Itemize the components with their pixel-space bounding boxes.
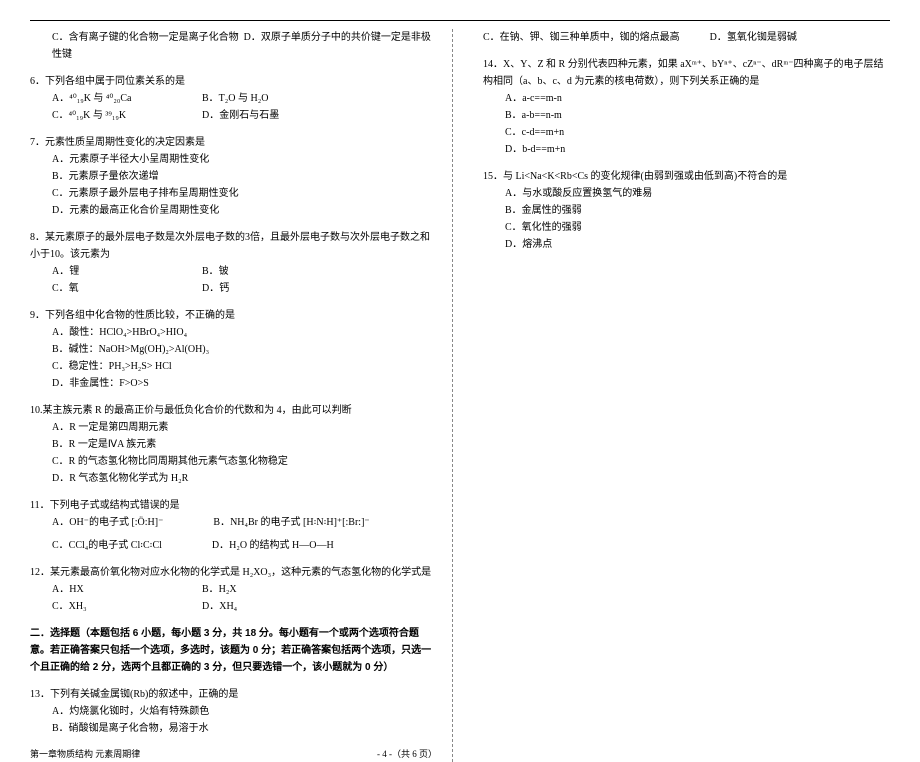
q10c: C．R 的气态氢化物比同周期其他元素气态氢化物稳定 [52, 453, 288, 470]
q14d: D．b-d==m+n [505, 141, 685, 158]
q9a: A．酸性：HClO₄>HBrO₄>HIO₄ [52, 324, 232, 341]
q8b: B．铍 [202, 263, 322, 280]
q13: 13．下列有关碱金属铷(Rb)的叙述中，正确的是 [30, 686, 437, 703]
q13b: B．硝酸铷是离子化合物，易溶于水 [52, 720, 232, 737]
q12a: A．HX [52, 581, 172, 598]
top-c: C．含有离子键的化合物一定是离子化合物 [52, 32, 239, 43]
q13d: D．氢氧化铷是弱碱 [710, 29, 890, 46]
q14a: A．a-c==m-n [505, 90, 685, 107]
q6b: B．T₂O 与 H₂O [202, 90, 322, 107]
q7a: A．元素原子半径大小呈周期性变化 [52, 151, 232, 168]
q11c: C．CCl₄的电子式 Cl꞉C꞉Cl [52, 537, 162, 554]
q15a: A．与水或酸反应置换氢气的难易 [505, 185, 685, 202]
q10b: B．R 一定是ⅣA 族元素 [52, 436, 232, 453]
q15b: B．金属性的强弱 [505, 202, 685, 219]
q6c: C．⁴⁰₁₉K 与 ³⁹₁₉K [52, 107, 172, 124]
q15: 15．与 Li<Na<K<Rb<Cs 的变化规律(由弱到强或由低到高)不符合的是 [483, 168, 890, 185]
q15c: C．氧化性的强弱 [505, 219, 685, 236]
q14c: C．c-d==m+n [505, 124, 685, 141]
q6a: A．⁴⁰₁₉K 与 ⁴⁰₂₀Ca [52, 90, 172, 107]
q11b: B．NH₄Br 的电子式 [H꞉N꞉H]⁺[:Br:]⁻ [213, 514, 369, 531]
q10: 10.某主族元素 R 的最高正价与最低负化合价的代数和为 4，由此可以判断 [30, 402, 437, 419]
q10a: A．R 一定是第四周期元素 [52, 419, 232, 436]
q7b: B．元素原子量依次递增 [52, 168, 232, 185]
q12: 12．某元素最高价氧化物对应水化物的化学式是 H₂XO₃，这种元素的气态氢化物的… [30, 564, 437, 581]
q15d: D．熔沸点 [505, 236, 685, 253]
q12d: D．XH₄ [202, 598, 322, 615]
q9c: C．稳定性：PH₃>H₂S> HCl [52, 358, 232, 375]
q11: 11．下列电子式或结构式错误的是 [30, 497, 437, 514]
q9d: D．非金属性：F>O>S [52, 375, 232, 392]
q7d: D．元素的最高正化合价呈周期性变化 [52, 202, 232, 219]
q8a: A．锂 [52, 263, 172, 280]
footer-left: 第一章物质结构 元素周期律 [30, 747, 140, 762]
q11d: D．H₂O 的结构式 H—O—H [212, 537, 334, 554]
q9: 9．下列各组中化合物的性质比较，不正确的是 [30, 307, 437, 324]
q12b: B．H₂X [202, 581, 322, 598]
q13c: C．在钠、钾、铷三种单质中，铷的熔点最高 [483, 29, 680, 46]
q8: 8．某元素原子的最外层电子数是次外层电子数的3倍，且最外层电子数与次外层电子数之… [30, 229, 437, 263]
q8d: D．钙 [202, 280, 322, 297]
q14b: B．a-b==n-m [505, 107, 685, 124]
q10d: D．R 气态氢化物化学式为 H₂R [52, 470, 232, 487]
q6: 6．下列各组中属于同位素关系的是 [30, 73, 437, 90]
q11a: A．OH⁻的电子式 [:Ö:H]⁻ [52, 514, 163, 531]
footer-right: - 4 -（共 6 页） [377, 747, 437, 762]
q8c: C．氧 [52, 280, 172, 297]
q14: 14．X、Y、Z 和 R 分别代表四种元素，如果 aXᵐ⁺、bYⁿ⁺、cZⁿ⁻、… [483, 56, 890, 90]
q6d: D．金刚石与石墨 [202, 107, 322, 124]
q12c: C．XH₃ [52, 598, 172, 615]
q7c: C．元素原子最外层电子排布呈周期性变化 [52, 185, 239, 202]
q13a: A．灼烧氯化铷时，火焰有特殊颜色 [52, 703, 232, 720]
q9b: B．碱性：NaOH>Mg(OH)₂>Al(OH)₃ [52, 341, 232, 358]
q7: 7．元素性质呈周期性变化的决定因素是 [30, 134, 437, 151]
section-2-header: 二．选择题（本题包括 6 小题，每小题 3 分，共 18 分。每小题有一个或两个… [30, 625, 437, 676]
